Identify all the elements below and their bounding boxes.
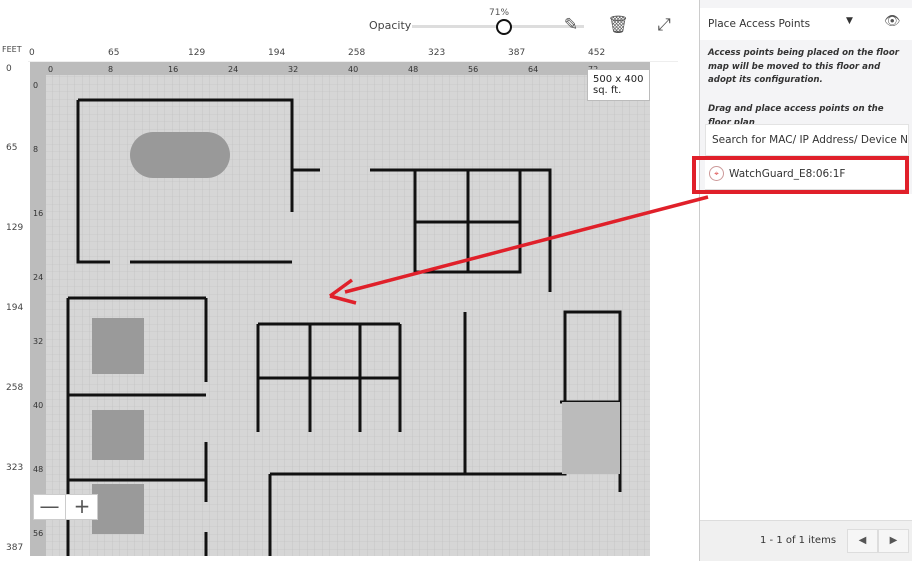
ruler-label: 387 (6, 543, 24, 553)
inner-ruler-label: 16 (168, 65, 178, 74)
inner-ruler-label: 64 (528, 65, 538, 74)
inner-ruler-label: 32 (33, 337, 43, 346)
opacity-label: Opacity (369, 19, 412, 32)
ruler-label: 194 (268, 48, 286, 58)
floor-size-tooltip: 500 x 400 sq. ft. (587, 69, 650, 101)
zoom-control: — + (33, 494, 98, 520)
inner-ruler-label: 56 (33, 529, 43, 538)
unit-label: FEET (2, 45, 22, 54)
inner-ruler-label: 48 (33, 465, 43, 474)
opacity-value: 71% (489, 8, 510, 18)
search-input[interactable]: Search for MAC/ IP Address/ Device Name (705, 124, 909, 156)
inner-ruler-label: 16 (33, 209, 43, 218)
inner-ruler-label: 56 (468, 65, 478, 74)
ruler-label: 129 (6, 223, 24, 233)
inner-ruler-label: 24 (228, 65, 238, 74)
zoom-in-button[interactable]: + (66, 495, 98, 519)
ruler-left: 0 65 129 194 258 323 387 (0, 62, 28, 561)
floor-plan-image: 08162432404856647208162432404856 (30, 62, 650, 556)
access-point-list (700, 194, 912, 520)
inner-ruler-label: 32 (288, 65, 298, 74)
inner-ruler-label: 0 (33, 81, 38, 90)
zoom-out-button[interactable]: — (34, 495, 66, 519)
eye-icon[interactable]: 👁 (884, 14, 901, 29)
inner-ruler-label: 24 (33, 273, 43, 282)
ruler-label: 258 (348, 48, 366, 58)
panel-note: Access points being placed on the floor … (708, 48, 899, 85)
chevron-down-icon[interactable]: ▼ (846, 16, 853, 26)
opacity-slider-thumb[interactable] (496, 19, 513, 35)
ruler-label: 258 (6, 383, 24, 393)
inner-ruler-label: 48 (408, 65, 418, 74)
inner-ruler-label: 0 (48, 65, 53, 74)
ruler-label: 387 (508, 48, 526, 58)
floor-map[interactable]: 08162432404856647208162432404856 500 x 4… (30, 62, 650, 556)
prev-page-button[interactable]: ◀ (847, 529, 878, 553)
ruler-label: 0 (6, 64, 12, 74)
inner-ruler-label: 8 (108, 65, 113, 74)
ruler-label: 65 (6, 143, 18, 153)
next-page-button[interactable]: ▶ (878, 529, 909, 553)
pager: 1 - 1 of 1 items ◀ ▶ (700, 520, 912, 561)
ruler-label: 323 (6, 463, 24, 473)
panel-dropdown[interactable]: Place Access Points ▼ 👁 (700, 8, 912, 40)
pager-info: 1 - 1 of 1 items (760, 535, 837, 546)
highlight-box (692, 156, 909, 194)
edit-floor-icon[interactable]: ✎ (560, 14, 582, 36)
inner-ruler-label: 8 (33, 145, 38, 154)
ruler-label: 65 (108, 48, 120, 58)
ruler-label: 129 (188, 48, 206, 58)
trash-icon[interactable]: 🗑 (607, 14, 629, 36)
panel-title: Place Access Points (708, 18, 811, 30)
place-access-points-panel: Place Access Points ▼ 👁 Access points be… (699, 0, 912, 561)
ruler-label: 452 (588, 48, 606, 58)
floor-toolbar: Opacity 71% ✎ 🗑 ⤢ (0, 0, 700, 42)
inner-ruler-label: 40 (33, 401, 43, 410)
ruler-label: 323 (428, 48, 446, 58)
expand-icon[interactable]: ⤢ (653, 14, 675, 36)
ruler-top: 0 65 129 194 258 323 387 452 (28, 42, 678, 62)
ruler-label: 0 (29, 48, 35, 58)
ruler-label: 194 (6, 303, 24, 313)
inner-ruler-label: 40 (348, 65, 358, 74)
